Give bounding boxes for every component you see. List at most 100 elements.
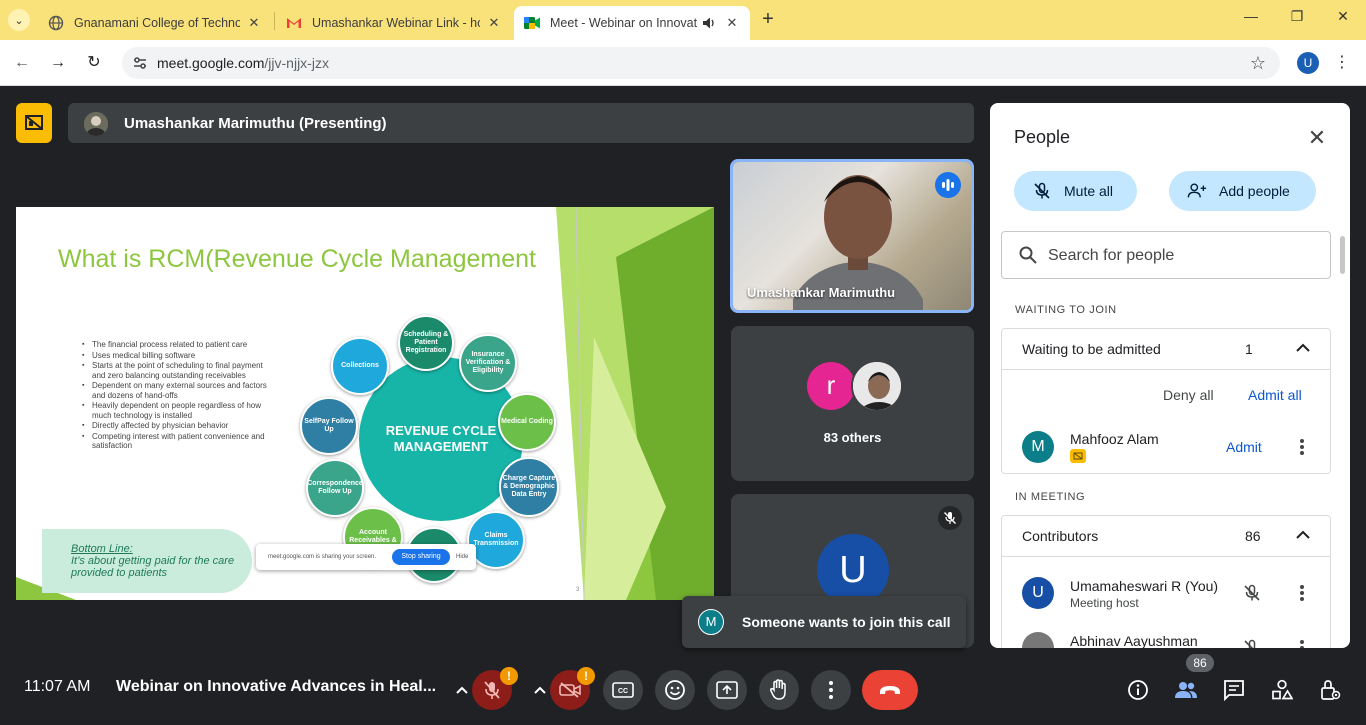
join-request-toast[interactable]: M Someone wants to join this call [682,596,966,648]
stop-sharing-button[interactable]: Stop sharing [392,549,450,565]
people-search-input[interactable] [1048,244,1318,268]
cycle-step-selfpay: SelfPay Follow Up [300,397,358,455]
chevron-up-icon[interactable] [1292,524,1314,546]
camera-warning-badge: ! [577,667,595,685]
member-role: Meeting host [1070,596,1139,610]
audio-playing-icon[interactable] [702,16,718,30]
add-people-button[interactable]: Add people [1169,171,1316,211]
browser-menu-icon[interactable]: ⋮ [1334,52,1350,72]
leave-call-button[interactable] [862,670,918,710]
presentation-layout-icon[interactable] [16,103,52,143]
add-person-icon [1187,181,1207,201]
meeting-details-icon[interactable] [1125,677,1151,703]
slide-page-number: 3 [576,587,580,593]
activities-icon[interactable] [1269,677,1295,703]
camera-off-icon [559,682,581,698]
present-screen-icon [716,681,738,699]
bookmark-star-icon[interactable]: ☆ [1250,53,1266,74]
tab-title: Umashankar Webinar Link - hod [312,16,480,30]
gmail-icon [286,15,302,31]
presentation-badge-icon [1070,449,1086,463]
more-options-button[interactable] [811,670,851,710]
admit-button[interactable]: Admit [1226,439,1262,455]
speaker-tile[interactable]: Umashankar Marimuthu [730,159,974,313]
chevron-up-icon[interactable] [1292,337,1314,359]
toast-text: Someone wants to join this call [742,614,951,630]
forward-icon[interactable]: → [47,52,69,74]
panel-title: People [1014,127,1071,147]
chat-icon[interactable] [1221,677,1247,703]
panel-scrollbar[interactable] [1340,236,1345,274]
bullet: Uses medical billing software [82,351,272,361]
contributors-group-title[interactable]: Contributors [1022,528,1098,544]
more-options-icon[interactable] [1292,437,1312,457]
minimize-icon[interactable]: — [1228,8,1274,24]
people-icon[interactable] [1173,677,1199,703]
member-avatar-photo [1022,632,1054,648]
back-icon[interactable]: ← [11,52,33,74]
cycle-step-collections: Collections [331,337,389,395]
globe-icon [48,15,64,31]
speaking-indicator-icon [935,172,961,198]
window-close-icon[interactable]: ✕ [1320,8,1366,25]
tab-gmail[interactable]: Umashankar Webinar Link - hod ✕ [276,6,512,40]
close-panel-icon[interactable]: ✕ [1304,125,1330,151]
bottom-line-title: Bottom Line: [71,543,133,555]
video-settings-chevron-icon[interactable] [530,678,550,702]
url-text: meet.google.com/jjv-njjx-jzx [157,55,329,71]
people-search [1001,231,1331,279]
new-tab-button[interactable]: + [757,8,779,30]
admit-all-button[interactable]: Admit all [1248,387,1302,403]
tab-gnanamani[interactable]: Gnanamani College of Technolo ✕ [38,6,272,40]
svg-text:CC: CC [618,688,628,695]
mic-off-icon [938,506,962,530]
deny-all-button[interactable]: Deny all [1163,387,1214,403]
hide-button[interactable]: Hide [456,554,468,560]
cycle-step-coding: Medical Coding [498,393,556,451]
slide-bullets: The financial process related to patient… [82,340,272,452]
member-name: Abhinav Aayushman [1070,633,1198,648]
cycle-step-insurance: Insurance Verification & Eligibility [459,334,517,392]
meet-window: Umashankar Marimuthu (Presenting) What i… [0,87,1366,725]
profile-avatar[interactable]: U [1297,52,1319,74]
restore-icon[interactable]: ❐ [1274,8,1320,25]
reload-icon[interactable]: ↻ [83,52,105,74]
waiting-group: Waiting to be admitted 1 Deny all Admit … [1001,328,1331,474]
mute-all-button[interactable]: Mute all [1014,171,1137,211]
close-icon[interactable]: ✕ [246,15,262,31]
raise-hand-button[interactable] [759,670,799,710]
present-screen-button[interactable] [707,670,747,710]
captions-icon: CC [612,682,634,698]
audio-settings-chevron-icon[interactable] [452,678,472,702]
mic-off-icon[interactable] [1242,583,1262,603]
tab-search-button[interactable]: ⌄ [8,9,30,31]
others-count-label: 83 others [823,430,882,445]
more-options-icon[interactable] [1292,638,1312,648]
host-controls-icon[interactable] [1317,677,1343,703]
meeting-title: Webinar on Innovative Advances in Heal..… [116,678,437,695]
mic-off-icon[interactable] [1242,638,1262,648]
waiting-person-avatar: M [1022,431,1054,463]
tab-meet[interactable]: Meet - Webinar on Innovati ✕ [514,6,750,40]
close-icon[interactable]: ✕ [486,15,502,31]
bullet: Competing interest with patient convenie… [82,432,272,451]
more-vert-icon [829,681,833,699]
reactions-button[interactable] [655,670,695,710]
cycle-step-charge: Charge Capture & Demographic Data Entry [499,457,559,517]
shared-screen-slide: What is RCM(Revenue Cycle Management The… [16,207,714,600]
captions-button[interactable]: CC [603,670,643,710]
waiting-group-title[interactable]: Waiting to be admitted [1022,341,1161,357]
cycle-step-correspondence: Correspondence Follow Up [306,459,364,517]
others-tile[interactable]: r 83 others [731,326,974,481]
address-bar[interactable]: meet.google.com/jjv-njjx-jzx ☆ [122,47,1280,79]
screen-share-notice: meet.google.com is sharing your screen. … [256,544,476,570]
waiting-count: 1 [1245,341,1253,357]
site-settings-icon[interactable] [132,55,148,71]
tab-divider [274,12,275,30]
hand-icon [769,679,786,700]
cycle-step-scheduling: Scheduling & Patient Registration [398,315,454,371]
close-icon[interactable]: ✕ [724,15,740,31]
bottom-line-box: Bottom Line: It’s about getting paid for… [42,529,252,593]
end-call-icon [880,686,900,694]
more-options-icon[interactable] [1292,583,1312,603]
